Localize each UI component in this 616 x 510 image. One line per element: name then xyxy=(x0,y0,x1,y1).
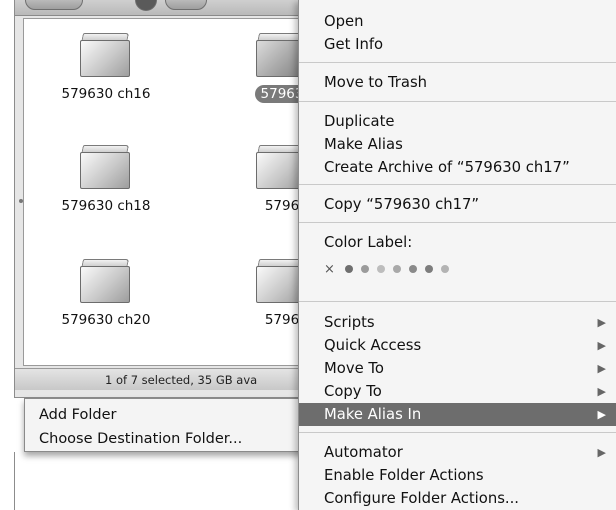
menu-item-label: Make Alias In xyxy=(324,406,422,423)
menu-item-label: Color Label: xyxy=(324,234,413,251)
finder-window: 579630 ch16 57963 579630 ch18 5796 57963… xyxy=(14,0,313,398)
triangle-right-icon: ▶ xyxy=(597,385,606,398)
copy-to-menu-item[interactable]: Copy To ▶ xyxy=(299,380,616,403)
get-info-menu-item[interactable]: Get Info xyxy=(299,33,616,56)
menu-separator xyxy=(299,222,616,223)
folder-icon xyxy=(80,145,132,189)
menu-item-label: Create Archive of “579630 ch17” xyxy=(324,159,570,176)
folder-item[interactable]: 579630 ch18 xyxy=(46,145,166,215)
color-swatch[interactable] xyxy=(360,265,369,273)
menu-item-label: Move To xyxy=(324,360,384,377)
color-swatch[interactable] xyxy=(392,265,401,273)
menu-separator xyxy=(299,432,616,433)
open-menu-item[interactable]: Open xyxy=(299,10,616,33)
menu-separator xyxy=(299,101,616,102)
menu-separator xyxy=(299,62,616,63)
menu-item-label: Configure Folder Actions... xyxy=(324,490,520,507)
color-swatch[interactable] xyxy=(376,265,385,273)
create-archive-menu-item[interactable]: Create Archive of “579630 ch17” xyxy=(299,156,616,179)
context-menu: Open Get Info Move to Trash Duplicate Ma… xyxy=(298,0,616,510)
color-swatch[interactable] xyxy=(424,265,433,273)
menu-item-label: Make Alias xyxy=(324,136,403,153)
menu-item-label: Quick Access xyxy=(324,337,422,354)
folder-label: 579630 ch18 xyxy=(61,198,151,214)
automator-menu-item[interactable]: Automator ▶ xyxy=(299,441,616,464)
menu-item-label: Scripts xyxy=(324,314,375,331)
status-bar: 1 of 7 selected, 35 GB ava xyxy=(15,368,309,390)
add-folder-menu-item[interactable]: Add Folder xyxy=(25,403,307,427)
action-button[interactable] xyxy=(165,0,207,10)
window-edge xyxy=(14,452,15,510)
menu-item-label: Automator xyxy=(324,444,403,461)
icon-view: 579630 ch16 57963 579630 ch18 5796 57963… xyxy=(19,18,313,366)
color-label-heading: Color Label: xyxy=(299,231,616,254)
triangle-right-icon: ▶ xyxy=(597,408,606,421)
back-forward-button[interactable] xyxy=(25,0,83,10)
triangle-right-icon: ▶ xyxy=(597,339,606,352)
choose-destination-folder-menu-item[interactable]: Choose Destination Folder... xyxy=(25,427,307,451)
color-label-swatches: × xyxy=(324,260,457,278)
color-swatch[interactable] xyxy=(408,265,417,273)
menu-item-label: Duplicate xyxy=(324,113,395,130)
triangle-right-icon: ▶ xyxy=(597,446,606,459)
triangle-right-icon: ▶ xyxy=(597,316,606,329)
menu-item-label: Get Info xyxy=(324,36,384,53)
enable-folder-actions-menu-item[interactable]: Enable Folder Actions xyxy=(299,464,616,487)
quick-access-menu-item[interactable]: Quick Access ▶ xyxy=(299,334,616,357)
folder-item[interactable]: 579630 ch20 xyxy=(46,259,166,329)
menu-separator xyxy=(299,184,616,185)
menu-item-label: Copy “579630 ch17” xyxy=(324,196,480,213)
folder-icon xyxy=(80,259,132,303)
color-swatch[interactable] xyxy=(344,265,353,273)
folder-actions-popup: Add Folder Choose Destination Folder... xyxy=(24,398,308,452)
scripts-menu-item[interactable]: Scripts ▶ xyxy=(299,311,616,334)
view-button[interactable] xyxy=(135,0,157,11)
make-alias-in-menu-item[interactable]: Make Alias In ▶ xyxy=(299,403,616,426)
finder-toolbar xyxy=(15,0,309,16)
no-color-icon[interactable]: × xyxy=(324,262,335,277)
triangle-right-icon: ▶ xyxy=(597,362,606,375)
folder-label: 579630 ch20 xyxy=(61,312,151,328)
move-to-menu-item[interactable]: Move To ▶ xyxy=(299,357,616,380)
menu-item-label: Enable Folder Actions xyxy=(324,467,484,484)
folder-label: 579630 ch16 xyxy=(61,86,151,102)
color-swatch[interactable] xyxy=(440,265,449,273)
resize-handle[interactable] xyxy=(19,199,23,203)
make-alias-menu-item[interactable]: Make Alias xyxy=(299,133,616,156)
menu-item-label: Move to Trash xyxy=(324,74,428,91)
configure-folder-actions-menu-item[interactable]: Configure Folder Actions... xyxy=(299,487,616,510)
duplicate-menu-item[interactable]: Duplicate xyxy=(299,110,616,133)
folder-item[interactable]: 579630 ch16 xyxy=(46,33,166,103)
menu-item-label: Open xyxy=(324,13,364,30)
menu-item-label: Copy To xyxy=(324,383,382,400)
copy-menu-item[interactable]: Copy “579630 ch17” xyxy=(299,193,616,216)
move-to-trash-menu-item[interactable]: Move to Trash xyxy=(299,71,616,94)
folder-icon xyxy=(80,33,132,77)
menu-separator xyxy=(299,301,616,302)
